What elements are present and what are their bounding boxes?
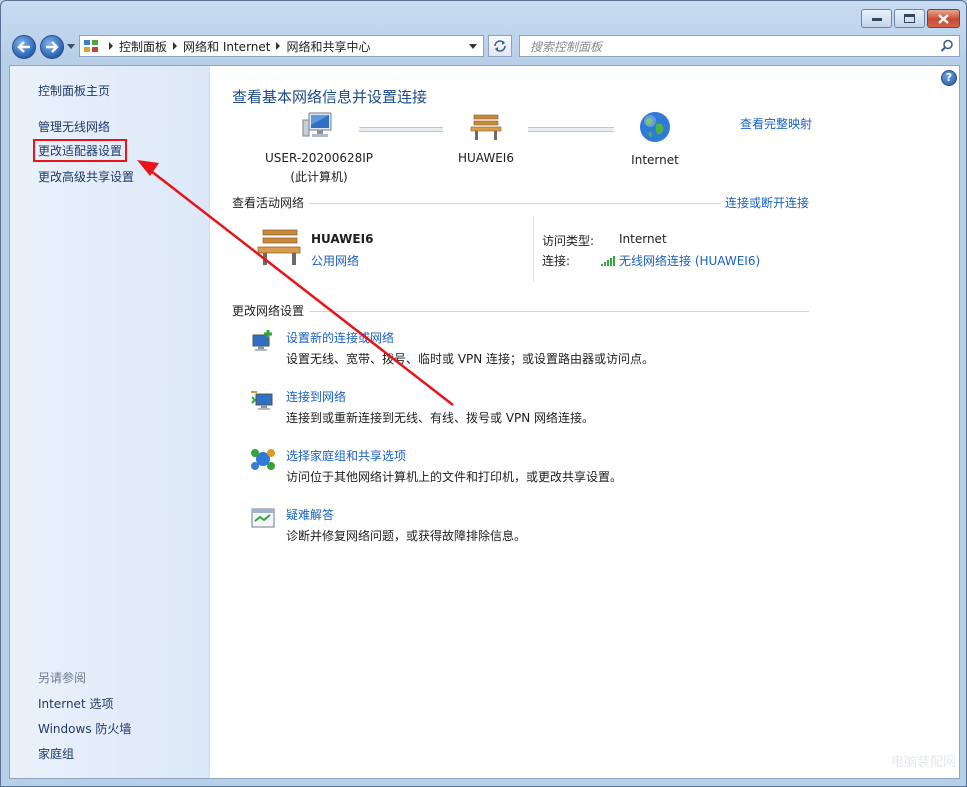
map-node-computer-name: USER-20200628IP [264,151,374,165]
wireless-connection-label: 无线网络连接 (HUAWEI6) [619,254,761,268]
view-full-map-link[interactable]: 查看完整映射 [740,115,812,132]
connect-network-icon [251,391,273,410]
recent-pages-dropdown[interactable] [67,44,75,49]
breadcrumb-network-internet[interactable]: 网络和 Internet [183,38,270,55]
wireless-connection-link[interactable]: 无线网络连接 (HUAWEI6) [601,252,760,269]
map-node-internet[interactable]: Internet [623,110,687,167]
homegroup-sharing-link[interactable]: 选择家庭组和共享选项 [286,447,406,464]
sidebar-item-manage-wireless[interactable]: 管理无线网络 [38,118,110,135]
map-node-internet-name: Internet [631,153,679,167]
globe-icon [640,112,670,142]
sidebar-item-advanced-sharing[interactable]: 更改高级共享设置 [38,168,134,185]
sidebar-item-change-adapter-settings[interactable]: 更改适配器设置 [32,139,128,162]
see-also-heading: 另请参阅 [38,671,87,685]
change-settings-title: 更改网络设置 [232,304,305,318]
close-button[interactable] [927,9,960,28]
forward-arrow-icon [46,41,59,53]
connect-to-network-link[interactable]: 连接到网络 [286,388,346,405]
help-icon[interactable]: ? [941,70,957,86]
sidebar-item-windows-firewall[interactable]: Windows 防火墙 [38,720,131,737]
page-title: 查看基本网络信息并设置连接 [232,88,428,106]
setup-connection-desc: 设置无线、宽带、拨号、临时或 VPN 连接；或设置路由器或访问点。 [286,352,655,366]
search-input[interactable] [528,37,932,57]
map-connector [359,127,443,132]
connect-disconnect-link[interactable]: 连接或断开连接 [721,194,810,211]
network-type-link[interactable]: 公用网络 [311,252,359,269]
search-box [519,35,960,57]
troubleshoot-desc: 诊断并修复网络问题，或获得故障排除信息。 [286,529,527,543]
sidebar-item-control-panel-home[interactable]: 控制面板主页 [38,82,110,99]
breadcrumb-separator-icon [109,42,113,50]
map-connector [528,127,614,132]
refresh-button[interactable] [488,35,512,57]
back-button[interactable] [12,35,36,59]
sidebar-item-internet-options[interactable]: Internet 选项 [38,695,113,712]
map-node-computer-caption: (此计算机) [290,170,348,184]
minimize-icon [871,17,882,21]
active-network-name: HUAWEI6 [311,232,374,246]
bench-network-icon [257,229,301,265]
active-networks-title: 查看活动网络 [232,196,305,210]
refresh-icon [494,40,506,52]
maximize-icon [904,14,915,23]
content-pane: 控制面板主页 管理无线网络 更改适配器设置 更改高级共享设置 另请参阅 Inte… [9,65,960,779]
map-node-network-name: HUAWEI6 [458,151,514,165]
search-icon[interactable] [940,39,954,53]
address-history-dropdown[interactable] [469,44,477,49]
address-bar[interactable]: 控制面板 网络和 Internet 网络和共享中心 [79,35,484,57]
task-sidebar: 控制面板主页 管理无线网络 更改适配器设置 更改高级共享设置 另请参阅 Inte… [10,66,210,778]
access-type-value: Internet [619,232,667,246]
minimize-button[interactable] [861,9,892,28]
vertical-divider [533,216,534,282]
sidebar-item-homegroup[interactable]: 家庭组 [38,745,74,762]
forward-button[interactable] [40,35,64,59]
watermark-text: 电脑装配网 [890,755,956,770]
network-sharing-center-window: 控制面板 网络和 Internet 网络和共享中心 控制面板主页 管理无线网络 … [0,0,967,787]
homegroup-sharing-desc: 访问位于其他网络计算机上的文件和打印机，或更改共享设置。 [286,470,623,484]
connect-to-network-desc: 连接到或重新连接到无线、有线、拨号或 VPN 网络连接。 [286,411,595,425]
new-connection-icon [252,330,272,351]
close-icon [938,13,949,24]
map-node-network[interactable]: HUAWEI6 [446,110,526,165]
breadcrumb-separator-icon [276,42,281,50]
navigation-bar: 控制面板 网络和 Internet 网络和共享中心 [9,33,960,61]
homegroup-icon [251,449,275,470]
section-divider [309,311,809,312]
troubleshoot-icon [251,508,275,528]
setup-connection-link[interactable]: 设置新的连接或网络 [286,329,394,346]
signal-strength-icon [601,255,615,266]
main-panel: ? 查看基本网络信息并设置连接 查看完整映射 USER-20200628IP (… [209,66,959,778]
breadcrumb-control-panel[interactable]: 控制面板 [119,38,167,55]
caption-buttons [861,9,960,28]
maximize-button[interactable] [894,9,925,28]
bench-icon [470,114,502,140]
access-type-label: 访问类型: [542,234,595,248]
control-panel-icon [84,40,98,52]
breadcrumb-network-sharing-center[interactable]: 网络和共享中心 [286,38,370,55]
back-arrow-icon [17,41,30,53]
breadcrumb-separator-icon [173,42,178,50]
map-node-computer[interactable]: USER-20200628IP (此计算机) [259,110,379,185]
connection-label: 连接: [542,254,571,268]
troubleshoot-link[interactable]: 疑难解答 [286,506,334,523]
computer-icon [302,112,332,137]
